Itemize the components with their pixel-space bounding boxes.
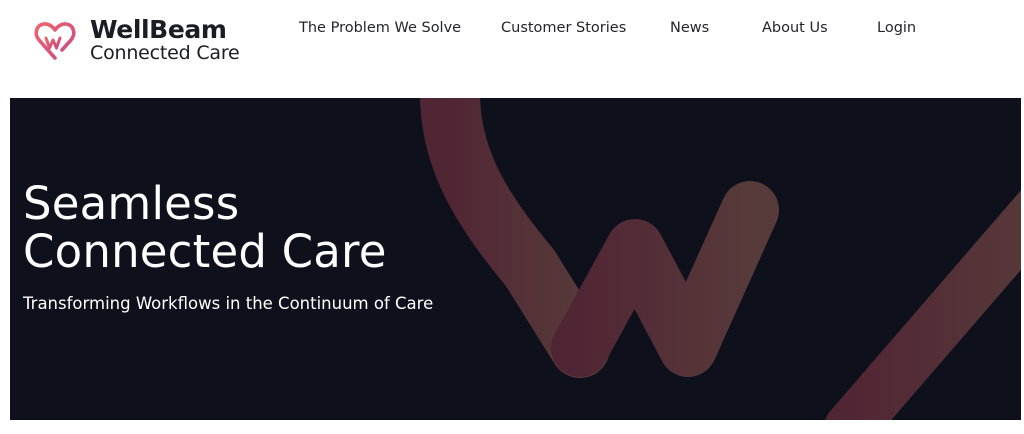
hero-title-line-2: Connected Care bbox=[23, 225, 387, 278]
nav-link-about-us[interactable]: About Us bbox=[762, 20, 828, 36]
nav-link-login[interactable]: Login bbox=[877, 20, 916, 36]
nav-link-news[interactable]: News bbox=[670, 20, 709, 36]
hero-subtitle: Transforming Workflows in the Continuum … bbox=[23, 294, 434, 313]
brand-name: WellBeam bbox=[90, 15, 227, 44]
heart-logo-icon bbox=[34, 22, 76, 60]
brand-logo[interactable]: WellBeam Connected Care bbox=[32, 17, 240, 64]
hero-banner: Seamless Connected Care Transforming Wor… bbox=[10, 98, 1021, 420]
site-header: WellBeam Connected Care The Problem We S… bbox=[0, 0, 1024, 98]
hero-title-line-1: Seamless bbox=[23, 177, 240, 230]
hero-title: Seamless Connected Care bbox=[23, 180, 387, 276]
nav-link-customer-stories[interactable]: Customer Stories bbox=[501, 20, 626, 36]
brand-tagline: Connected Care bbox=[90, 42, 240, 64]
nav-link-the-problem-we-solve[interactable]: The Problem We Solve bbox=[299, 20, 461, 36]
